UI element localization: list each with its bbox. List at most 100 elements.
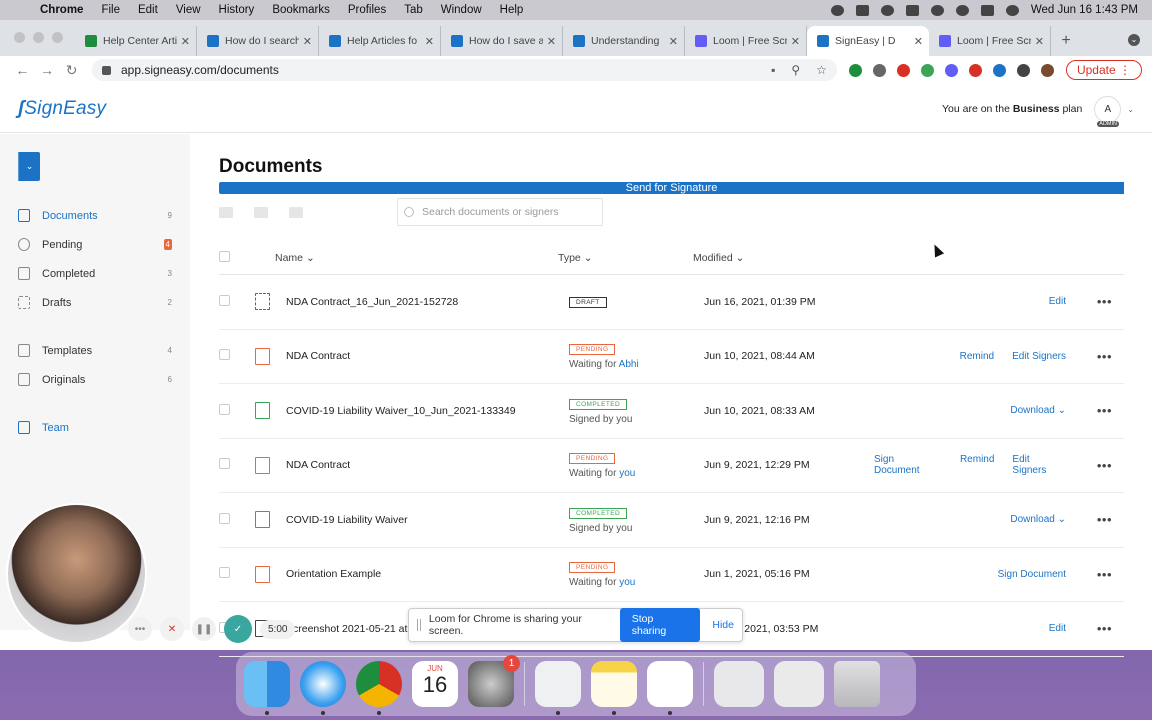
reload-icon[interactable]: ↻ (59, 62, 84, 79)
control-center-icon[interactable] (980, 4, 994, 16)
row-action-link[interactable]: Edit Signers (1012, 351, 1066, 362)
status-who[interactable]: you (619, 577, 635, 588)
sidebar-item-team[interactable]: Team (18, 413, 172, 442)
row-checkbox[interactable] (219, 512, 230, 524)
close-tab-icon[interactable]: ✕ (181, 35, 190, 48)
row-action-link[interactable]: Edit Signers (1012, 454, 1066, 476)
bookmark-star-icon[interactable]: ☆ (816, 63, 827, 77)
more-options-icon[interactable]: ••• (1097, 512, 1112, 527)
menu-file[interactable]: File (101, 4, 120, 16)
safari-icon[interactable] (300, 661, 346, 715)
puzzle-icon[interactable] (1016, 63, 1030, 77)
email-icon[interactable] (219, 206, 233, 218)
more-icon[interactable]: ••• (128, 617, 152, 641)
menu-app-name[interactable]: Chrome (40, 4, 83, 16)
extension-icon[interactable] (968, 63, 982, 77)
chrome-icon[interactable] (356, 661, 402, 715)
spotlight-icon[interactable] (955, 4, 969, 16)
row-checkbox[interactable] (219, 403, 230, 415)
row-action-link[interactable]: Remind (960, 454, 994, 476)
menu-clock[interactable]: Wed Jun 16 1:43 PM (1031, 4, 1138, 16)
status-who[interactable]: Abhi (619, 359, 639, 370)
sidebar-item-originals[interactable]: Originals 6 (18, 365, 172, 394)
close-tab-icon[interactable]: ✕ (669, 35, 678, 48)
user-avatar[interactable]: A ADMIN (1094, 95, 1122, 127)
browser-tab[interactable]: Loom | Free Scr ✕ (929, 26, 1051, 56)
tab-search-icon[interactable]: ⌄ (1128, 34, 1140, 46)
download-icon[interactable] (289, 206, 303, 218)
browser-tab[interactable]: Understanding ✕ (563, 26, 685, 56)
row-action-link[interactable]: Download ⌄ (1010, 405, 1066, 416)
menu-tab[interactable]: Tab (404, 4, 423, 16)
browser-tab[interactable]: SignEasy | D ✕ (807, 26, 929, 56)
sidebar-item-templates[interactable]: Templates 4 (18, 336, 172, 365)
row-action-link[interactable]: Sign Document (998, 569, 1066, 580)
send-for-signature-button[interactable]: Send for Signature ⌄ (18, 152, 1124, 194)
extension-icon[interactable] (920, 63, 934, 77)
close-tab-icon[interactable]: ✕ (547, 35, 556, 48)
minimize-window-button[interactable] (33, 32, 44, 43)
lock-icon[interactable] (101, 65, 111, 75)
menu-view[interactable]: View (176, 4, 201, 16)
close-tab-icon[interactable]: ✕ (1035, 35, 1044, 48)
table-row[interactable]: NDA Contract_16_Jun_2021-152728 DRAFT Jun … (219, 275, 1124, 330)
chevron-down-icon[interactable]: ⌄ (1127, 105, 1134, 114)
screenshot-thumbnail-icon[interactable] (714, 661, 764, 707)
column-name[interactable]: Name ⌄ (275, 252, 558, 264)
sidebar-item-pending[interactable]: Pending 4 (18, 230, 172, 259)
document-name[interactable]: COVID-19 Liability Waiver_10_Jun_2021-13… (286, 405, 569, 417)
more-options-icon[interactable]: ••• (1097, 621, 1112, 636)
finder-icon[interactable] (244, 661, 290, 715)
zoom-icon[interactable]: ⚲ (791, 63, 800, 77)
sidebar-item-drafts[interactable]: Drafts 2 (18, 288, 172, 317)
loom-webcam-bubble[interactable] (6, 503, 147, 644)
menu-profiles[interactable]: Profiles (348, 4, 386, 16)
extension-icon[interactable] (872, 63, 886, 77)
table-row[interactable]: COVID-19 Liability Waiver_10_Jun_2021-13… (219, 384, 1124, 439)
row-action-link[interactable]: Remind (960, 351, 994, 362)
more-options-icon[interactable]: ••• (1097, 349, 1112, 364)
more-options-icon[interactable]: ••• (1097, 403, 1112, 418)
trash-icon[interactable] (254, 206, 268, 218)
menu-window[interactable]: Window (441, 4, 482, 16)
browser-tab[interactable]: How do I search ✕ (197, 26, 319, 56)
loom-icon[interactable] (944, 63, 958, 77)
wifi-icon[interactable] (930, 4, 944, 16)
pause-icon[interactable]: ❚❚ (192, 617, 216, 641)
browser-tab[interactable]: Help Articles fo ✕ (319, 26, 441, 56)
row-action-link[interactable]: Download ⌄ (1010, 514, 1066, 525)
table-row[interactable]: NDA Contract PENDING Waiting for Abhi Jun 1… (219, 330, 1124, 384)
browser-tab[interactable]: How do I save a ✕ (441, 26, 563, 56)
sidebar-item-completed[interactable]: Completed 3 (18, 259, 172, 288)
document-name[interactable]: Orientation Example (286, 568, 569, 580)
menu-bookmarks[interactable]: Bookmarks (272, 4, 330, 16)
browser-tab[interactable]: Help Center Arti ✕ (75, 26, 197, 56)
more-options-icon[interactable]: ••• (1097, 567, 1112, 582)
document-name[interactable]: NDA Contract_16_Jun_2021-152728 (286, 296, 569, 308)
close-tab-icon[interactable]: ✕ (791, 35, 800, 48)
youtube-icon[interactable] (896, 63, 910, 77)
signeasy-logo[interactable]: ʃSignEasy (18, 98, 106, 120)
menu-history[interactable]: History (219, 4, 255, 16)
siri-icon[interactable] (1005, 4, 1019, 16)
battery-icon[interactable] (905, 4, 919, 16)
address-bar[interactable]: app.signeasy.com/documents ▪ ⚲ ☆ (91, 59, 837, 81)
cancel-recording-icon[interactable]: ✕ (160, 617, 184, 641)
notes-icon[interactable] (591, 661, 637, 715)
url-text[interactable]: app.signeasy.com/documents (121, 63, 279, 77)
menu-edit[interactable]: Edit (138, 4, 158, 16)
row-checkbox[interactable] (219, 294, 230, 306)
chevron-down-icon[interactable]: ⌄ (18, 152, 40, 181)
extension-icon[interactable] (992, 63, 1006, 77)
row-action-link[interactable]: Edit (1049, 623, 1066, 634)
hide-button[interactable]: Hide (712, 619, 734, 631)
camera-icon[interactable]: ▪ (771, 63, 775, 77)
column-type[interactable]: Type ⌄ (558, 252, 693, 264)
row-checkbox[interactable] (219, 567, 230, 579)
table-row[interactable]: NDA Contract PENDING Waiting for you Jun 9,… (219, 439, 1124, 493)
table-row[interactable]: COVID-19 Liability Waiver COMPLETED Signed… (219, 493, 1124, 548)
drag-handle-icon[interactable] (417, 619, 421, 631)
textedit-icon[interactable] (535, 661, 581, 715)
apple-icon[interactable] (16, 3, 30, 17)
record-icon[interactable] (830, 4, 844, 16)
